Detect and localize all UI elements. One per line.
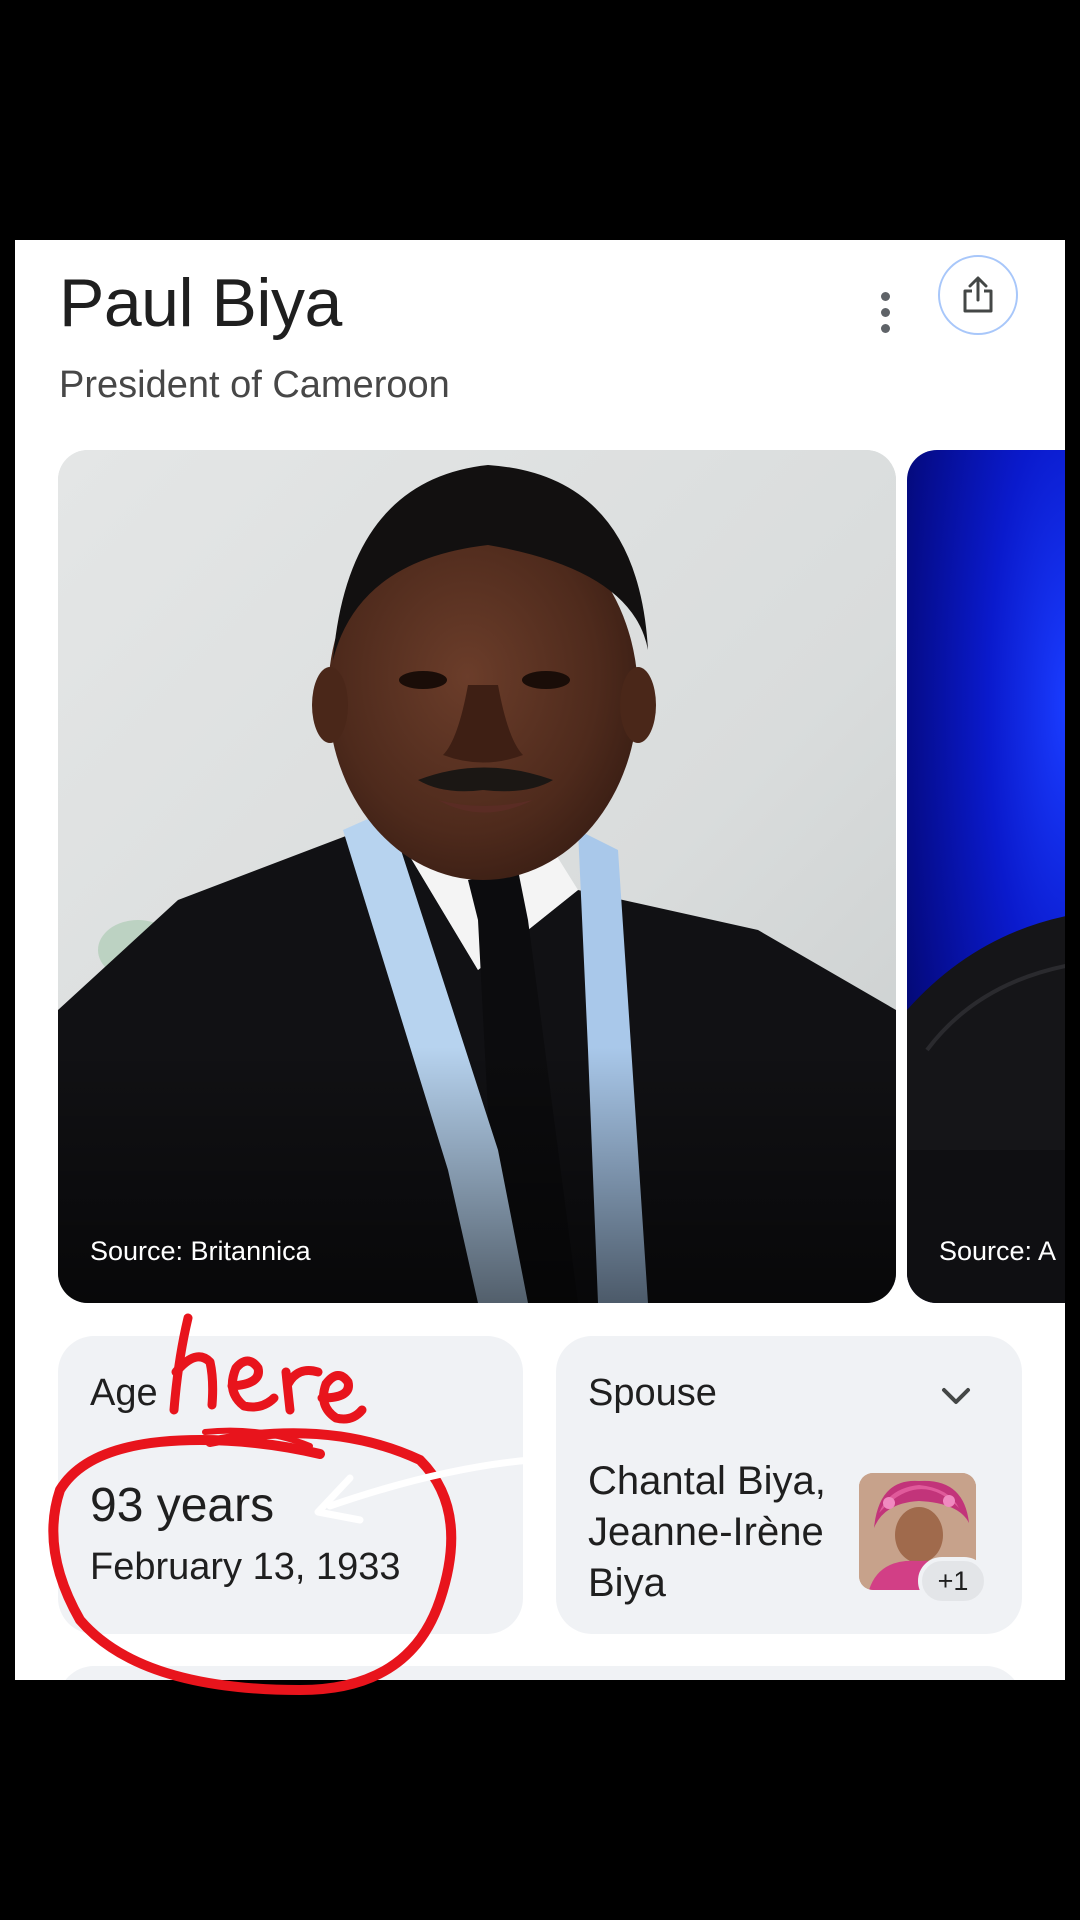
person-photo[interactable]: Source: Britannica	[58, 450, 896, 1303]
page-title: Paul Biya	[59, 265, 342, 341]
image-source-label-2: Source: A	[939, 1236, 1057, 1266]
knowledge-panel: Paul Biya President of Cameroon Source: …	[15, 240, 1065, 1680]
portrait-image	[58, 450, 896, 1303]
spouse-card[interactable]: Spouse Chantal Biya, Jeanne-Irène Biya +…	[556, 1336, 1022, 1634]
more-vert-icon-dot	[880, 307, 890, 317]
share-icon	[963, 276, 993, 313]
chevron-down-icon[interactable]	[936, 1382, 976, 1412]
next-info-card	[58, 1666, 1022, 1680]
page-subtitle: President of Cameroon	[59, 364, 450, 406]
more-vert-icon-dot	[880, 291, 890, 301]
screen: Paul Biya President of Cameroon Source: …	[0, 0, 1080, 1920]
age-card[interactable]: Age 93 years February 13, 1933	[58, 1336, 523, 1634]
age-value: 93 years	[90, 1479, 275, 1532]
share-button[interactable]	[938, 255, 1018, 335]
portrait-image-2	[907, 916, 1065, 1303]
more-vert-icon-dot	[880, 323, 890, 333]
person-photo-2[interactable]: Source: A	[907, 450, 1065, 1303]
age-label: Age	[90, 1372, 158, 1414]
birth-date: February 13, 1933	[90, 1546, 401, 1588]
spouse-label: Spouse	[588, 1372, 717, 1414]
image-source-label: Source: Britannica	[90, 1236, 311, 1266]
more-options-button[interactable]	[860, 280, 910, 344]
more-spouses-badge[interactable]: +1	[918, 1557, 988, 1605]
spouse-names[interactable]: Chantal Biya, Jeanne-Irène Biya	[588, 1456, 858, 1609]
